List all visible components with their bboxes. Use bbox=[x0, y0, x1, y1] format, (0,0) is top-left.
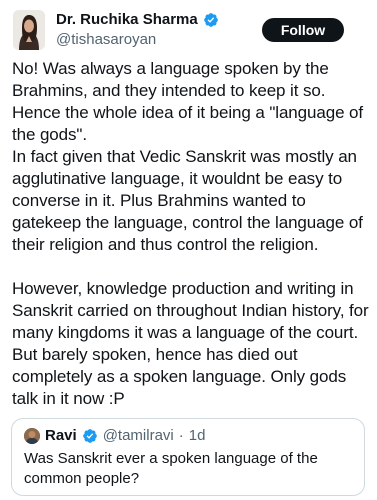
tweet-paragraph: In fact given that Vedic Sanskrit was mo… bbox=[12, 147, 368, 254]
tweet-card: Dr. Ruchika Sharma @tishasaroyan Follow … bbox=[0, 0, 377, 500]
author-display-name[interactable]: Dr. Ruchika Sharma bbox=[56, 11, 198, 29]
quoted-separator: · bbox=[178, 427, 184, 444]
quoted-tweet-header: Ravi @tamilravi · 1d bbox=[24, 427, 205, 445]
author-name-row: Dr. Ruchika Sharma bbox=[56, 11, 219, 29]
quoted-tweet-text: Was Sanskrit ever a spoken language of t… bbox=[24, 450, 318, 487]
tweet-paragraph: However, knowledge production and writin… bbox=[12, 279, 374, 408]
verified-badge-icon bbox=[82, 428, 98, 444]
quoted-tweet[interactable]: Ravi @tamilravi · 1d Was Sanskrit ever a… bbox=[11, 418, 365, 496]
tweet-paragraph: No! Was always a language spoken by the … bbox=[12, 59, 368, 144]
quoted-timestamp: 1d bbox=[188, 427, 206, 444]
quoted-author-name: Ravi bbox=[45, 427, 77, 444]
follow-button[interactable]: Follow bbox=[262, 18, 344, 42]
quoted-author-avatar bbox=[24, 428, 40, 444]
author-handle[interactable]: @tishasaroyan bbox=[56, 31, 156, 49]
verified-badge-icon bbox=[203, 12, 219, 28]
avatar-image bbox=[13, 10, 45, 50]
quoted-author-handle: @tamilravi bbox=[102, 427, 174, 444]
author-avatar[interactable] bbox=[13, 10, 45, 50]
tweet-header: Dr. Ruchika Sharma @tishasaroyan Follow bbox=[0, 0, 377, 56]
tweet-body: No! Was always a language spoken by the … bbox=[12, 58, 374, 410]
